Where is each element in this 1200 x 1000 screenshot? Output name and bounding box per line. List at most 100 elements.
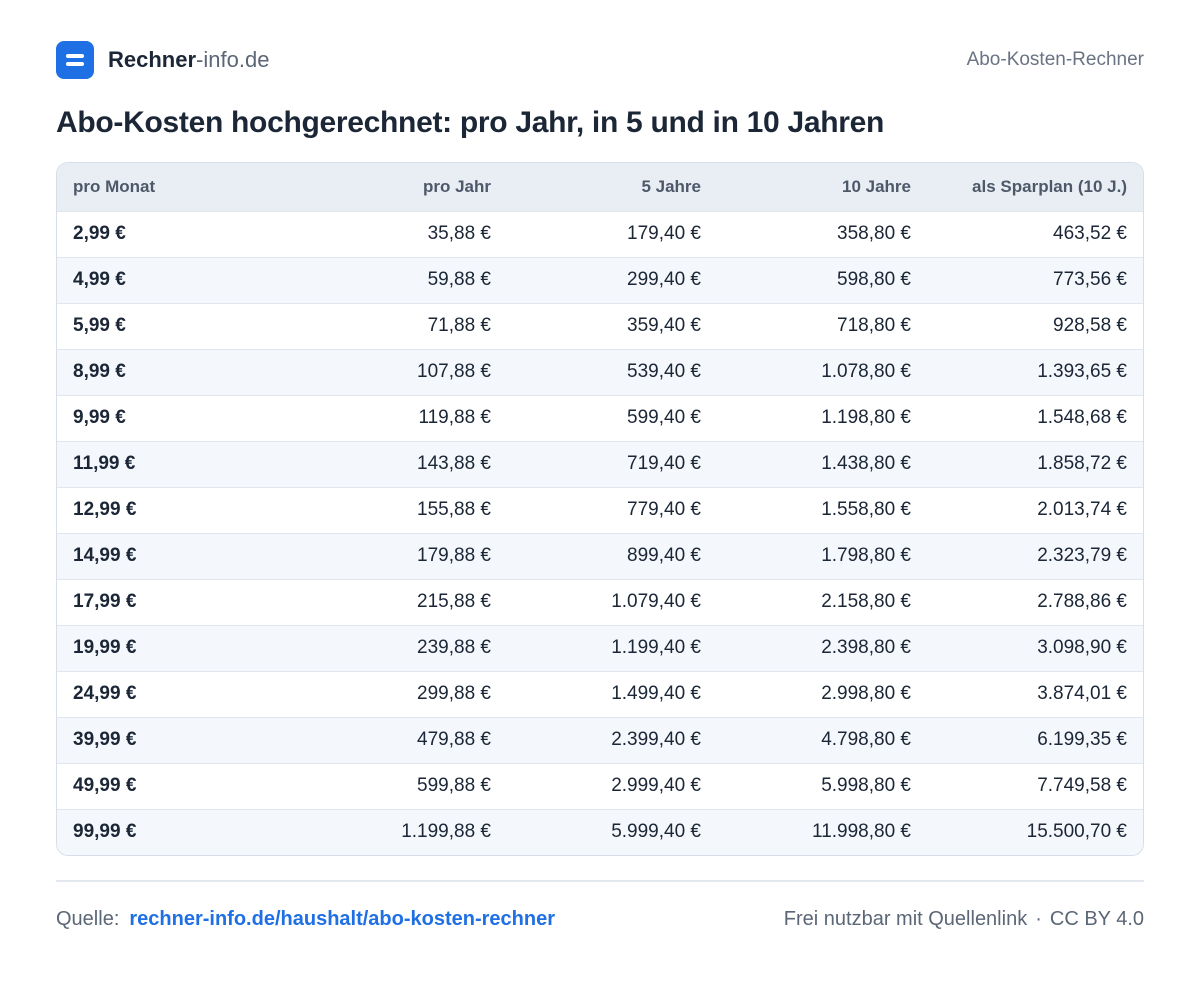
table-body: 2,99 € 35,88 € 179,40 € 358,80 € 463,52 € 4,9… bbox=[57, 211, 1143, 855]
table-header-row: pro Monat pro Jahr 5 Jahre 10 Jahre als … bbox=[57, 163, 1143, 211]
cell-10-years: 2.158,80 € bbox=[821, 591, 911, 612]
cell-10-years: 358,80 € bbox=[837, 223, 911, 244]
cell-savings-plan: 928,58 € bbox=[1053, 315, 1127, 336]
cell-yearly: 239,88 € bbox=[417, 637, 491, 658]
table-row: 8,99 € 107,88 € 539,40 € 1.078,80 € 1.393,65… bbox=[57, 349, 1143, 395]
page: Rechner -info.de Abo-Kosten-Rechner Abo-K… bbox=[0, 0, 1200, 1000]
cell-savings-plan: 463,52 € bbox=[1053, 223, 1127, 244]
table-row: 9,99 € 119,88 € 599,40 € 1.198,80 € 1.548,68… bbox=[57, 395, 1143, 441]
cell-5-years: 1.079,40 € bbox=[611, 591, 701, 612]
cell-5-years: 5.999,40 € bbox=[611, 821, 701, 843]
cell-savings-plan: 1.393,65 € bbox=[1037, 361, 1127, 382]
cell-monthly: 5,99 € bbox=[73, 315, 126, 336]
cell-5-years: 359,40 € bbox=[627, 315, 701, 336]
column-header-10-years: 10 Jahre bbox=[842, 176, 911, 196]
separator: · bbox=[1035, 907, 1042, 930]
cell-yearly: 179,88 € bbox=[417, 545, 491, 566]
cell-monthly: 8,99 € bbox=[73, 361, 126, 382]
cell-5-years: 719,40 € bbox=[627, 453, 701, 474]
cell-savings-plan: 3.098,90 € bbox=[1037, 637, 1127, 658]
cell-savings-plan: 2.788,86 € bbox=[1037, 591, 1127, 612]
source: Quelle: rechner-info.de/haushalt/abo-kost… bbox=[56, 908, 555, 931]
table-row: 2,99 € 35,88 € 179,40 € 358,80 € 463,52 € bbox=[57, 211, 1143, 257]
column-header-5-years: 5 Jahre bbox=[641, 176, 701, 196]
cell-5-years: 779,40 € bbox=[627, 499, 701, 520]
cell-monthly: 39,99 € bbox=[73, 729, 137, 750]
table-row: 39,99 € 479,88 € 2.399,40 € 4.798,80 € 6.199… bbox=[57, 717, 1143, 763]
cell-10-years: 1.198,80 € bbox=[821, 407, 911, 428]
cell-monthly: 12,99 € bbox=[73, 499, 137, 520]
cell-monthly: 11,99 € bbox=[73, 453, 136, 474]
table-row: 24,99 € 299,88 € 1.499,40 € 2.998,80 € 3.874… bbox=[57, 671, 1143, 717]
cell-10-years: 1.078,80 € bbox=[821, 361, 911, 382]
cell-monthly: 2,99 € bbox=[73, 223, 126, 244]
cell-5-years: 299,40 € bbox=[627, 269, 701, 290]
cell-10-years: 5.998,80 € bbox=[821, 775, 911, 796]
cell-10-years: 1.558,80 € bbox=[821, 499, 911, 520]
cell-savings-plan: 6.199,35 € bbox=[1037, 729, 1127, 750]
table-row: 14,99 € 179,88 € 899,40 € 1.798,80 € 2.323,7… bbox=[57, 533, 1143, 579]
brand-suffix: -info.de bbox=[196, 47, 270, 72]
table-row: 99,99 € 1.199,88 € 5.999,40 € 11.998,80 € 15… bbox=[57, 809, 1143, 855]
cell-yearly: 599,88 € bbox=[417, 775, 491, 796]
page-title: Abo-Kosten hochgerechnet: pro Jahr, in 5… bbox=[56, 106, 885, 139]
cell-savings-plan: 773,56 € bbox=[1053, 269, 1127, 290]
top-bar: Rechner -info.de Abo-Kosten-Rechner bbox=[56, 40, 1144, 80]
cell-savings-plan: 15.500,70 € bbox=[1026, 821, 1127, 843]
cell-monthly: 9,99 € bbox=[73, 407, 126, 428]
cell-10-years: 2.998,80 € bbox=[821, 683, 911, 704]
usage-note: Frei nutzbar mit Quellenlink bbox=[783, 907, 1028, 930]
brand[interactable]: Rechner -info.de bbox=[56, 41, 269, 79]
cell-savings-plan: 1.548,68 € bbox=[1037, 407, 1127, 428]
cell-5-years: 2.399,40 € bbox=[611, 729, 701, 750]
cell-savings-plan: 3.874,01 € bbox=[1037, 683, 1127, 704]
table-row: 12,99 € 155,88 € 779,40 € 1.558,80 € 2.013,7… bbox=[57, 487, 1143, 533]
cell-10-years: 2.398,80 € bbox=[821, 637, 911, 658]
cell-yearly: 299,88 € bbox=[417, 683, 491, 704]
cell-yearly: 107,88 € bbox=[417, 361, 491, 382]
footer: Quelle: rechner-info.de/haushalt/abo-kost… bbox=[56, 904, 1144, 934]
cell-monthly: 19,99 € bbox=[73, 637, 137, 658]
table-row: 19,99 € 239,88 € 1.199,40 € 2.398,80 € 3.098… bbox=[57, 625, 1143, 671]
footer-divider bbox=[56, 880, 1144, 882]
cell-monthly: 4,99 € bbox=[73, 269, 126, 290]
cell-monthly: 17,99 € bbox=[73, 591, 137, 612]
cell-savings-plan: 1.858,72 € bbox=[1037, 453, 1127, 474]
cell-10-years: 718,80 € bbox=[837, 315, 911, 336]
table-row: 5,99 € 71,88 € 359,40 € 718,80 € 928,58 € bbox=[57, 303, 1143, 349]
source-link[interactable]: rechner-info.de/haushalt/abo-kosten-rech… bbox=[129, 908, 555, 930]
license-badge: CC BY 4.0 bbox=[1049, 907, 1144, 930]
page-label: Abo-Kosten-Rechner bbox=[966, 49, 1144, 70]
cell-yearly: 119,88 € bbox=[418, 407, 491, 428]
cell-savings-plan: 2.013,74 € bbox=[1037, 499, 1127, 520]
cell-monthly: 24,99 € bbox=[73, 683, 137, 704]
cell-yearly: 35,88 € bbox=[427, 223, 491, 244]
license-info: Frei nutzbar mit Quellenlink · CC BY 4.0 bbox=[784, 908, 1144, 931]
cell-yearly: 1.199,88 € bbox=[401, 821, 491, 843]
cell-5-years: 179,40 € bbox=[627, 223, 701, 244]
cell-yearly: 59,88 € bbox=[427, 269, 491, 290]
cell-10-years: 1.798,80 € bbox=[821, 545, 911, 566]
cost-table: pro Monat pro Jahr 5 Jahre 10 Jahre als … bbox=[57, 163, 1143, 855]
equals-icon bbox=[56, 41, 94, 79]
cell-5-years: 2.999,40 € bbox=[611, 775, 701, 796]
cell-5-years: 1.499,40 € bbox=[611, 683, 701, 704]
cell-yearly: 155,88 € bbox=[417, 499, 491, 520]
column-header-yearly: pro Jahr bbox=[422, 176, 491, 196]
cell-10-years: 1.438,80 € bbox=[821, 453, 911, 474]
column-header-savings-plan: als Sparplan (10 J.) bbox=[972, 176, 1127, 196]
cell-5-years: 539,40 € bbox=[627, 361, 701, 382]
cost-table-container: pro Monat pro Jahr 5 Jahre 10 Jahre als … bbox=[56, 162, 1144, 856]
cell-5-years: 1.199,40 € bbox=[611, 637, 701, 658]
cell-monthly: 14,99 € bbox=[73, 545, 137, 566]
table-row: 17,99 € 215,88 € 1.079,40 € 2.158,80 € 2.788… bbox=[57, 579, 1143, 625]
cell-10-years: 598,80 € bbox=[837, 269, 911, 290]
cell-yearly: 215,88 € bbox=[417, 591, 491, 612]
cell-5-years: 599,40 € bbox=[627, 407, 701, 428]
table-row: 49,99 € 599,88 € 2.999,40 € 5.998,80 € 7.749… bbox=[57, 763, 1143, 809]
cell-yearly: 479,88 € bbox=[417, 729, 491, 750]
cell-10-years: 11.998,80 € bbox=[812, 821, 911, 843]
source-label: Quelle: bbox=[56, 907, 120, 930]
cell-monthly: 99,99 € bbox=[73, 821, 137, 843]
cell-5-years: 899,40 € bbox=[627, 545, 701, 566]
